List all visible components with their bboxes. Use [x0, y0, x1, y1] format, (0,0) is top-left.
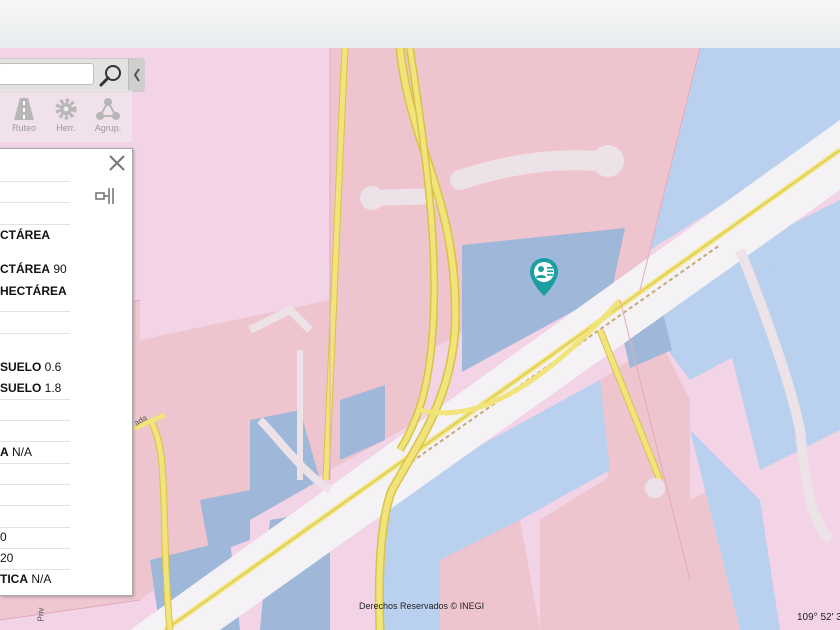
road-icon: [14, 98, 34, 120]
row-divider: [0, 311, 70, 312]
pin-panel-icon: [95, 188, 114, 204]
close-icon: [109, 155, 125, 171]
chevron-left-icon: [133, 68, 140, 82]
attribute-row: A N/A: [0, 445, 33, 459]
tools-button[interactable]: Herr.: [45, 94, 87, 138]
browser-top-bar: [0, 0, 840, 49]
routing-tool-button[interactable]: Ruteo: [3, 94, 45, 138]
attribute-row: CTÁREA 90: [0, 262, 67, 276]
group-label: Agrup.: [94, 123, 122, 133]
attribute-row: TICA N/A: [0, 572, 52, 586]
tool-bar: Ruteo Herr. Agrup.: [0, 90, 132, 142]
search-input[interactable]: [0, 63, 94, 85]
row-divider: [0, 505, 70, 506]
network-icon: [96, 98, 120, 120]
location-marker-icon[interactable]: [528, 256, 560, 300]
row-divider: [0, 181, 70, 182]
group-button[interactable]: Agrup.: [87, 94, 129, 138]
attribute-row: 20: [0, 551, 14, 565]
search-bar: [0, 58, 145, 92]
road-label: Priv: [36, 607, 46, 622]
row-divider: [0, 202, 70, 203]
attribute-row: HECTÁREA: [0, 284, 67, 298]
attribute-row: 0: [0, 530, 7, 544]
close-panel-button[interactable]: [106, 152, 128, 174]
row-divider: [0, 463, 70, 464]
row-divider: [0, 569, 70, 570]
row-divider: [0, 420, 70, 421]
routing-tool-label: Ruteo: [11, 123, 37, 133]
info-panel: CTÁREA CTÁREA 90 HECTÁREA SUELO 0.6 SUEL…: [0, 148, 133, 596]
row-divider: [0, 441, 70, 442]
gear-icon: [55, 98, 77, 120]
row-divider: [0, 527, 70, 528]
row-divider: [0, 333, 70, 334]
collapse-panel-button[interactable]: [128, 59, 145, 91]
attribute-row: CTÁREA: [0, 228, 50, 242]
row-divider: [0, 484, 70, 485]
row-divider: [0, 224, 70, 225]
search-icon: [99, 65, 121, 87]
row-divider: [0, 548, 70, 549]
row-divider: [0, 399, 70, 400]
attribute-row: SUELO 1.8: [0, 381, 62, 395]
search-button[interactable]: [96, 62, 126, 88]
coordinate-readout: 109° 52' 3: [797, 612, 840, 623]
map-attribution: Derechos Reservados © INEGI: [359, 601, 485, 611]
tools-label: Herr.: [56, 123, 76, 133]
attribute-row: SUELO 0.6: [0, 360, 62, 374]
dock-panel-button[interactable]: [94, 185, 116, 207]
